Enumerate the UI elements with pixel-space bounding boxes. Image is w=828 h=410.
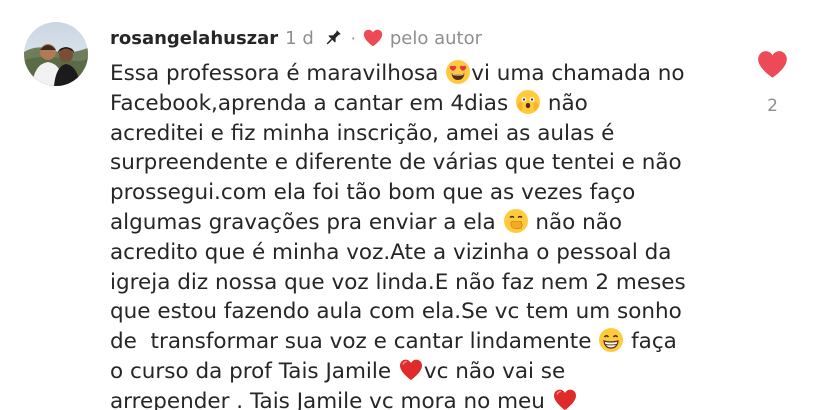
comment-text-segment: vc não vai se [423,358,566,384]
comment-text-segment: que estou fazendo aula com ela.Se vc tem… [110,299,682,325]
comment-text-segment: faça [624,329,677,355]
comment-text-segment: Essa professora é maravilhosa [110,61,446,86]
comment-line: de transformar sua voz e cantar lindamen… [110,327,750,357]
comment-line: prossegui.com ela foi tão bom que as vez… [110,178,750,208]
comment-text-segment: não [540,90,588,116]
comment-line: surpreendente e diferente de várias que … [110,148,750,178]
shocked-face-emoji [515,89,541,115]
comment-line: acredito que é minha voz.Ate a vizinha o… [110,238,750,268]
comment-line: Essa professora é maravilhosa vi uma cha… [110,59,750,89]
comment-line: Facebook,aprenda a cantar em 4dias não [110,89,750,119]
comment-text-segment: acreditei e fiz minha inscrição, amei as… [110,120,615,146]
comment-text-segment: surpreendente e diferente de várias que … [110,150,682,176]
comment-meta: rosangelahuszar 1 d · pelo autor [110,24,482,52]
comment-text-segment: acredito que é minha voz.Ate a vizinha o… [110,239,672,265]
comment-text-segment: de transformar sua voz e cantar lindamen… [110,329,599,355]
comment-text-segment: prossegui.com ela foi tão bom que as vez… [110,180,636,206]
comment-line: o curso da prof Tais Jamile vc não vai s… [110,357,750,387]
comment-text-segment: igreja diz nossa que voz linda.E não faz… [110,269,686,295]
comment-line: algumas gravações pra enviar a ela não n… [110,208,750,238]
comment-line: acreditei e fiz minha inscrição, amei as… [110,119,750,149]
comment-text-segment: o curso da prof Tais Jamile [110,358,398,384]
author-liked-heart-icon [362,27,384,49]
comment-text: Essa professora é maravilhosa vi uma cha… [110,59,750,410]
comment-line: que estou fazendo aula com ela.Se vc tem… [110,297,750,327]
comment: rosangelahuszar 1 d · pelo autor Essa pr… [0,0,828,410]
like-button[interactable] [756,49,789,79]
red-heart-emoji [552,387,578,410]
comment-text-segment: Facebook,aprenda a cantar em 4dias [110,90,515,116]
comment-line: arrepender . Tais Jamile vc mora no meu [110,387,750,410]
comment-line: igreja diz nossa que voz linda.E não faz… [110,268,750,298]
comment-text-segment: não não [528,209,623,235]
grinning-face-emoji [598,327,624,353]
by-author-label: pelo autor [389,27,483,49]
pin-icon [322,27,344,49]
avatar[interactable] [24,22,88,86]
timestamp: 1 d [285,27,314,49]
comment-text-segment: vi uma chamada no [471,61,685,86]
like-count: 2 [767,96,778,116]
separator: · [350,28,356,48]
username[interactable]: rosangelahuszar [110,28,278,49]
red-heart-emoji [398,357,424,383]
heart-eyes-emoji [445,59,471,85]
comment-text-segment: arrepender . Tais Jamile vc mora no meu [110,388,552,410]
comment-text-segment: algumas gravações pra enviar a ela [110,209,503,235]
hand-over-mouth-emoji [503,208,529,234]
